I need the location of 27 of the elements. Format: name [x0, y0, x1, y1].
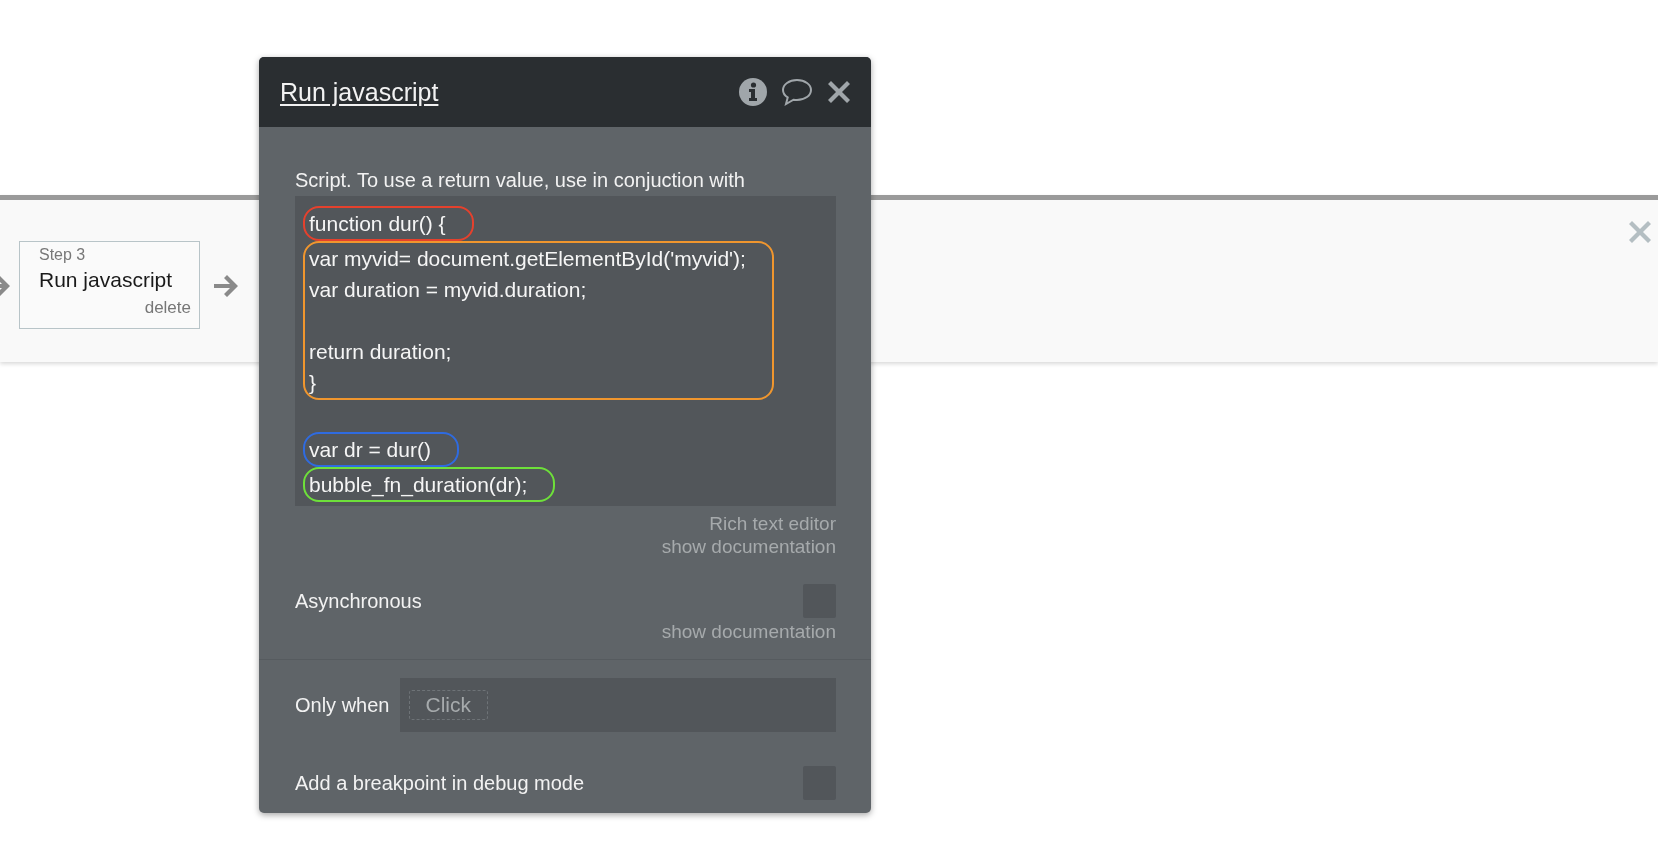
expression-placeholder[interactable]: Click: [408, 690, 488, 720]
code-line: return duration;: [309, 339, 453, 365]
arrow-icon: [0, 275, 12, 297]
documentation-link[interactable]: show documentation: [661, 620, 836, 643]
delete-link[interactable]: delete: [144, 297, 191, 319]
code-line: bubble_fn_duration(dr);: [309, 472, 528, 499]
panel-title: Run javascript: [280, 77, 439, 107]
code-line: var duration = myvid.duration;: [309, 277, 588, 303]
only-when-label: Only when: [295, 693, 390, 718]
condition-field[interactable]: Click: [399, 678, 836, 732]
code-line: var dr = dur(): [309, 437, 431, 463]
step-name: Run javascript: [39, 267, 174, 293]
asynchronous-label: Asynchronous: [295, 589, 422, 614]
info-icon[interactable]: [739, 78, 767, 106]
code-line: }: [309, 370, 317, 396]
editor-link[interactable]: Rich text editor: [709, 512, 836, 535]
script-label: Script. To use a return value, use in conjuction with: [295, 168, 746, 193]
close-icon[interactable]: [827, 80, 851, 104]
code-line: var myvid= document.getElementById('myvid');: [309, 246, 746, 272]
workflow-step-card[interactable]: Step 3 Run javascript delete: [19, 241, 200, 329]
arrow-icon: [214, 275, 238, 297]
step-number: Step 3: [39, 245, 87, 265]
code-line: function dur() {: [309, 211, 446, 237]
breakpoint-label: Add a breakpoint in debug mode: [295, 771, 585, 796]
editor-link[interactable]: show documentation: [661, 535, 836, 558]
script-editor[interactable]: function dur() { var myvid= document.getElementById('myvid'); var duration = myvid.duration; return duration; } var dr = dur() bubble_fn_duration(dr);: [295, 196, 836, 506]
comment-icon[interactable]: [781, 78, 813, 106]
